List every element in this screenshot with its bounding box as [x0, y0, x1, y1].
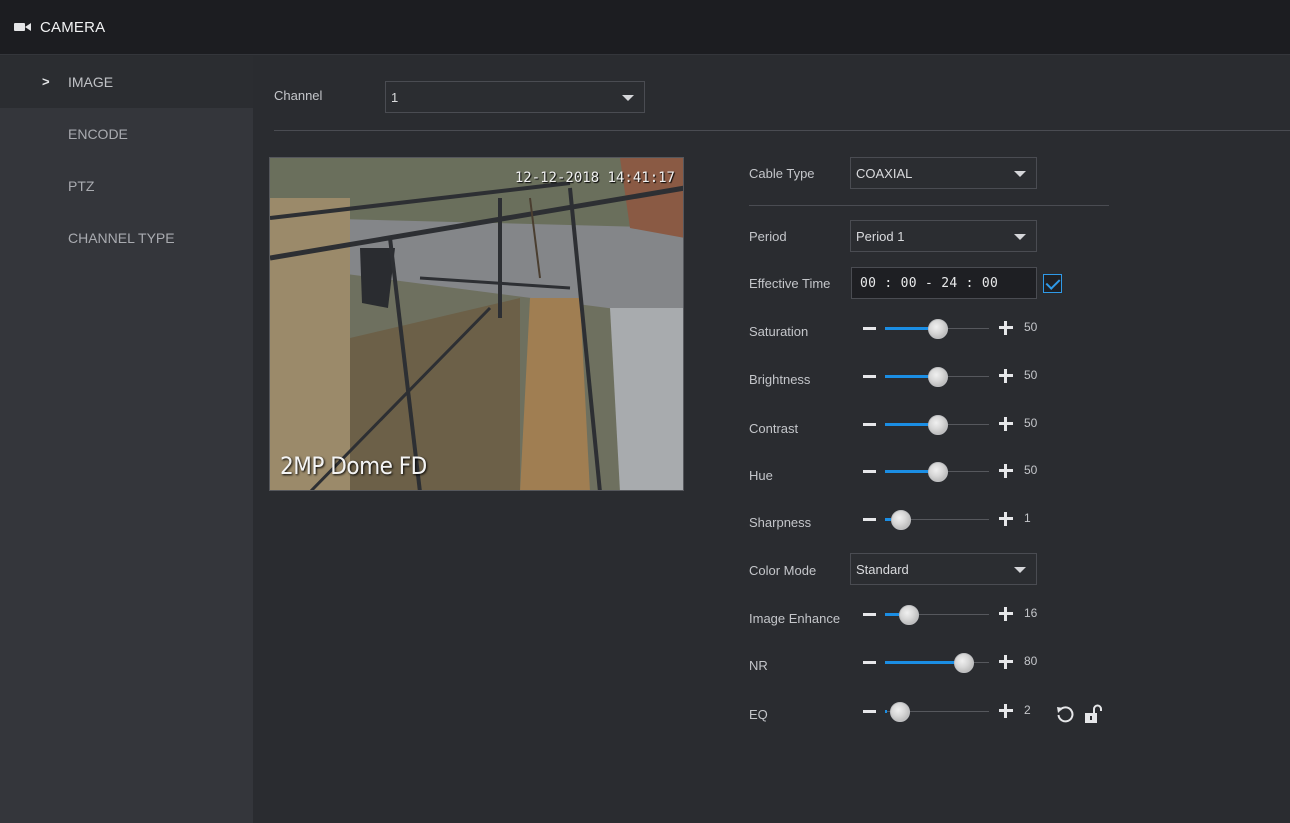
slider-handle[interactable]: [928, 415, 948, 435]
cable-type-label: Cable Type: [749, 166, 815, 181]
effective-time-label: Effective Time: [749, 276, 831, 291]
saturation-label: Saturation: [749, 324, 809, 339]
plus-icon[interactable]: [999, 321, 1013, 335]
slider-handle[interactable]: [954, 653, 974, 673]
camera-preview: 12-12-2018 14:41:17 2MP Dome FD: [269, 157, 684, 491]
minus-icon[interactable]: [863, 423, 876, 426]
camera-snapshot: [270, 158, 683, 490]
sidebar-item-label: CHANNEL TYPE: [68, 230, 175, 246]
effective-time-input[interactable]: 00 : 00 - 24 : 00: [851, 267, 1037, 299]
overlay-channel-name: 2MP Dome FD: [280, 452, 427, 480]
page-title: CAMERA: [40, 18, 106, 36]
slider-fill: [885, 661, 965, 664]
brightness-label: Brightness: [749, 372, 811, 387]
plus-icon[interactable]: [999, 704, 1013, 718]
sidebar-item-label: ENCODE: [68, 126, 128, 142]
channel-select-value: 1: [391, 89, 399, 105]
slider-value: 1: [1024, 511, 1031, 525]
sidebar-item-channel-type[interactable]: CHANNEL TYPE: [0, 212, 253, 264]
plus-icon[interactable]: [999, 417, 1013, 431]
overlay-timestamp: 12-12-2018 14:41:17: [514, 170, 675, 186]
saturation-slider[interactable]: 50: [863, 318, 1063, 339]
plus-icon[interactable]: [999, 464, 1013, 478]
nr-label: NR: [749, 658, 768, 673]
chevron-right-icon: >: [42, 74, 50, 89]
slider-handle[interactable]: [928, 319, 948, 339]
slider-value: 80: [1024, 654, 1038, 668]
period-value: Period 1: [856, 228, 905, 244]
effective-time-checkbox[interactable]: [1043, 274, 1062, 293]
slider-value: 50: [1024, 463, 1038, 477]
plus-icon[interactable]: [999, 512, 1013, 526]
divider: [274, 130, 1290, 131]
plus-icon[interactable]: [999, 607, 1013, 621]
chevron-down-icon: [1014, 567, 1026, 573]
image-enhance-slider[interactable]: 16: [863, 604, 1063, 625]
nr-slider[interactable]: 80: [863, 652, 1063, 673]
slider-value: 2: [1024, 703, 1031, 717]
slider-handle[interactable]: [928, 367, 948, 387]
minus-icon[interactable]: [863, 661, 876, 664]
top-bar: CAMERA: [0, 0, 1290, 55]
minus-icon[interactable]: [863, 710, 876, 713]
channel-select[interactable]: 1: [385, 81, 645, 113]
color-mode-label: Color Mode: [749, 563, 817, 578]
sidebar-item-encode[interactable]: ENCODE: [0, 108, 253, 160]
cable-type-select[interactable]: COAXIAL: [850, 157, 1037, 189]
slider-fill: [885, 710, 887, 713]
minus-icon[interactable]: [863, 375, 876, 378]
hue-label: Hue: [749, 468, 773, 483]
minus-icon[interactable]: [863, 518, 876, 521]
contrast-label: Contrast: [749, 421, 799, 436]
slider-fill: [885, 613, 899, 616]
period-select[interactable]: Period 1: [850, 220, 1037, 252]
minus-icon[interactable]: [863, 470, 876, 473]
sidebar-item-label: PTZ: [68, 178, 95, 194]
slider-value: 50: [1024, 416, 1038, 430]
brightness-slider[interactable]: 50: [863, 366, 1063, 387]
plus-icon[interactable]: [999, 655, 1013, 669]
sidebar-item-image[interactable]: > IMAGE: [0, 56, 253, 108]
slider-handle[interactable]: [928, 462, 948, 482]
video-camera-icon: [14, 21, 34, 33]
color-mode-select[interactable]: Standard: [850, 553, 1037, 585]
slider-value: 16: [1024, 606, 1038, 620]
eq-label: EQ: [749, 707, 768, 722]
divider: [749, 205, 1109, 206]
chevron-down-icon: [1014, 234, 1026, 240]
minus-icon[interactable]: [863, 613, 876, 616]
contrast-slider[interactable]: 50: [863, 414, 1063, 435]
color-mode-value: Standard: [856, 561, 909, 577]
chevron-down-icon: [622, 95, 634, 101]
sidebar-item-ptz[interactable]: PTZ: [0, 160, 253, 212]
sidebar-item-label: IMAGE: [68, 74, 114, 90]
channel-label: Channel: [274, 88, 323, 103]
cable-type-value: COAXIAL: [856, 165, 913, 181]
sharpness-label: Sharpness: [749, 515, 812, 530]
slider-handle[interactable]: [890, 702, 910, 722]
slider-handle[interactable]: [891, 510, 911, 530]
refresh-icon[interactable]: [1056, 705, 1074, 723]
eq-slider[interactable]: 2: [863, 701, 1063, 722]
chevron-down-icon: [1014, 171, 1026, 177]
hue-slider[interactable]: 50: [863, 461, 1063, 482]
plus-icon[interactable]: [999, 369, 1013, 383]
period-label: Period: [749, 229, 787, 244]
sidebar: > IMAGE ENCODE PTZ CHANNEL TYPE: [0, 56, 253, 823]
unlock-icon[interactable]: [1084, 704, 1102, 724]
slider-value: 50: [1024, 368, 1038, 382]
slider-value: 50: [1024, 320, 1038, 334]
slider-handle[interactable]: [899, 605, 919, 625]
sharpness-slider[interactable]: 1: [863, 509, 1063, 530]
minus-icon[interactable]: [863, 327, 876, 330]
image-enhance-label: Image Enhance: [749, 611, 841, 626]
